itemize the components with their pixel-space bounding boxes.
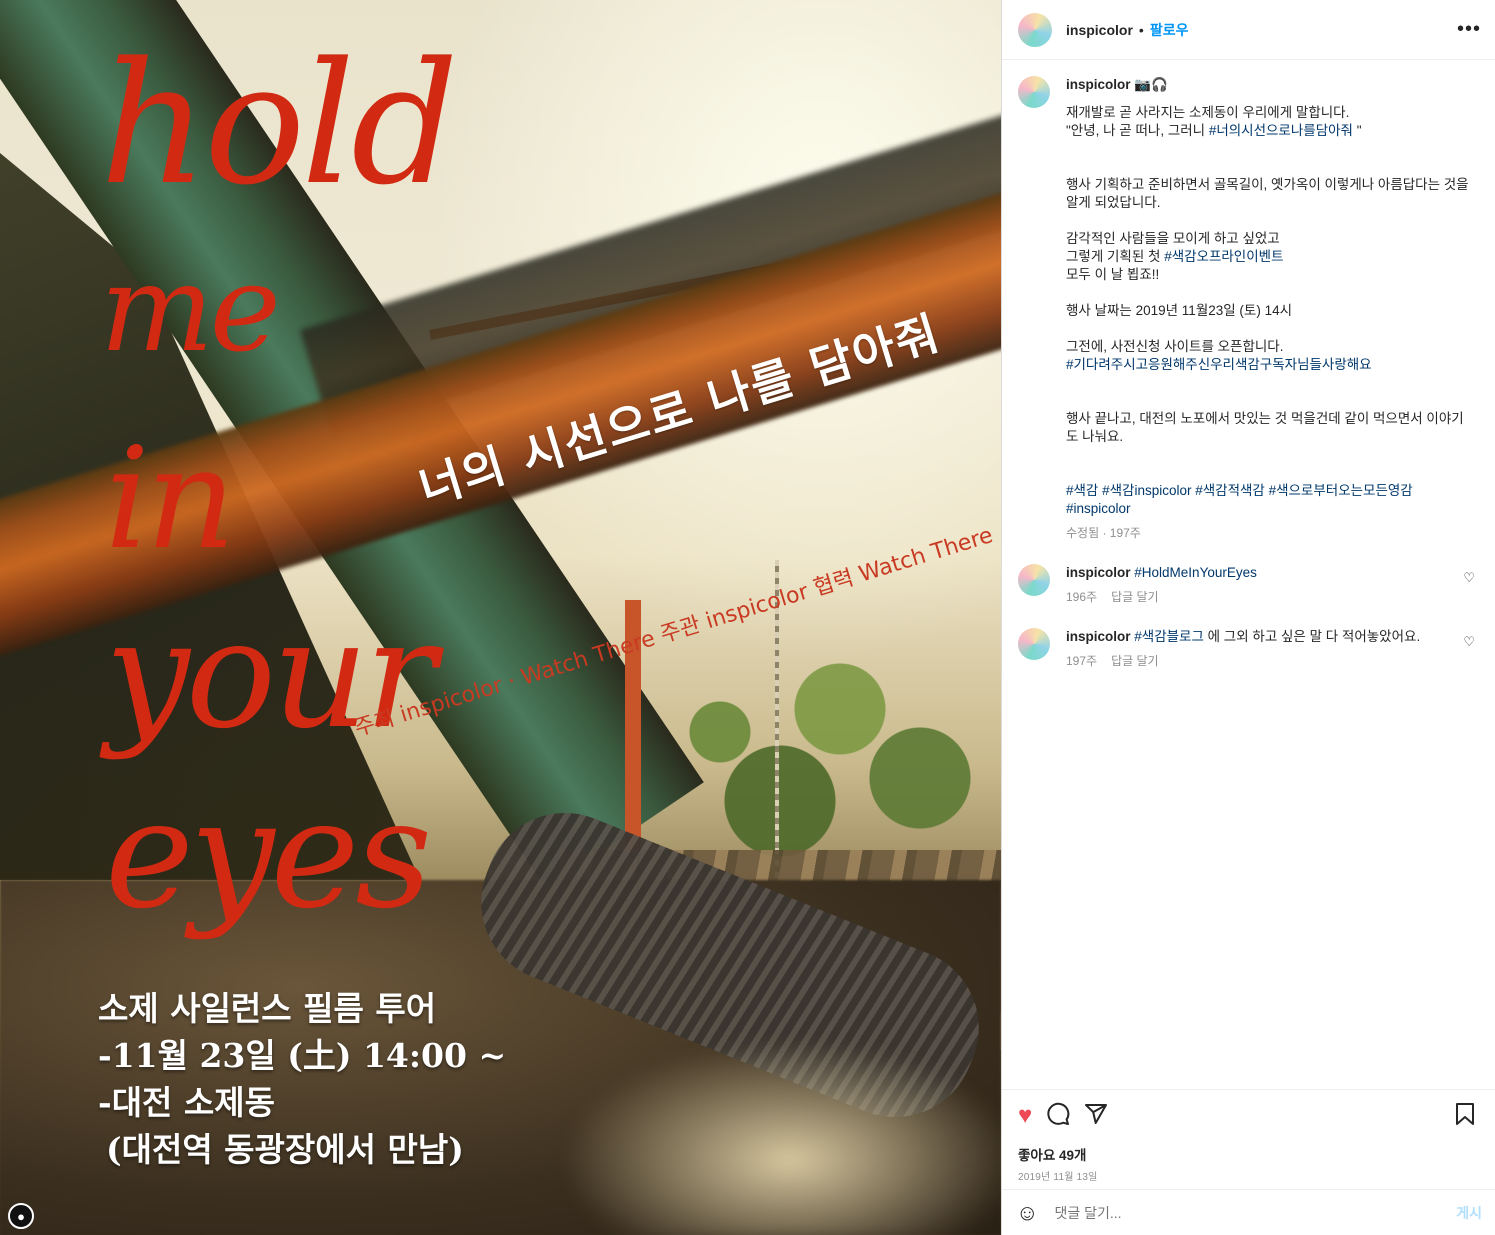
hashtag-link[interactable]: #기다려주시고응원해주신우리색감구독자님들사랑해요 [1066, 356, 1470, 374]
bookmark-icon[interactable] [1454, 1102, 1476, 1131]
header-separator: • [1138, 21, 1144, 38]
poster-script-in: in [105, 418, 236, 581]
header-username[interactable]: inspicolor [1066, 22, 1133, 38]
comment-age: 196주 [1066, 590, 1098, 604]
camera-headphone-emoji: 📷🎧 [1134, 77, 1168, 92]
poster-event-info: 소제 사일런스 필름 투어 -11월 23일 (土) 14:00 ~ -대전 소… [98, 985, 506, 1173]
event-title: 소제 사일런스 필름 투어 [98, 989, 437, 1028]
post-image[interactable]: hold me in your eyes 너의 시선으로 나를 담아줘 주최 i… [0, 0, 1001, 1235]
comment-age: 197주 [1066, 654, 1098, 668]
caption-hashtags[interactable]: #색감 #색감inspicolor #색감적색감 #색으로부터오는모든영감 #i… [1066, 482, 1470, 518]
comment-username[interactable]: inspicolor [1066, 565, 1131, 580]
post-actions: ♥ 좋아요 49개 2019년 11월 13일 [1002, 1089, 1495, 1195]
event-place: -대전 소제동 [98, 1083, 275, 1122]
poster-script-me: me [100, 240, 281, 379]
hashtag-link[interactable]: #색감블로그 [1134, 629, 1204, 644]
more-horizontal-icon[interactable]: ••• [1457, 18, 1481, 41]
heart-outline-icon[interactable]: ♡ [1463, 634, 1475, 650]
reply-button[interactable]: 답글 달기 [1111, 654, 1159, 668]
caption-line: "안녕, 나 곧 떠나, 그러니 #너의시선으로나를담아줘 " [1066, 123, 1362, 138]
poster-script-hold: hold [100, 26, 459, 222]
hashtag-link[interactable]: #HoldMeInYourEyes [1134, 565, 1257, 580]
caption-line: 그전에, 사전신청 사이트를 오픈합니다. [1066, 339, 1284, 354]
tagged-user-icon[interactable]: ● [8, 1203, 34, 1229]
comment-input[interactable] [1054, 1204, 1457, 1221]
comment-username[interactable]: inspicolor [1066, 629, 1131, 644]
add-comment-bar: ☺ 게시 [1002, 1189, 1495, 1235]
post-header: inspicolor • 팔로우 ••• [1002, 0, 1495, 60]
avatar[interactable] [1018, 12, 1052, 47]
follow-button[interactable]: 팔로우 [1150, 20, 1189, 40]
emoji-icon[interactable]: ☺ [1016, 1200, 1038, 1226]
caption-line: 감각적인 사람들을 모이게 하고 싶었고 [1066, 231, 1280, 246]
caption-username[interactable]: inspicolor [1066, 77, 1131, 92]
caption-meta: 수정됨 · 197주 [1066, 526, 1141, 540]
heart-outline-icon[interactable]: ♡ [1463, 570, 1475, 586]
share-paper-plane-icon[interactable] [1084, 1102, 1108, 1131]
post-side-panel: inspicolor • 팔로우 ••• inspicolor 📷🎧 재개발로 … [1001, 0, 1495, 1235]
avatar[interactable] [1018, 628, 1050, 660]
like-count[interactable]: 좋아요 49개 [1018, 1144, 1480, 1164]
comment-bubble-icon[interactable] [1046, 1102, 1070, 1131]
comment-item: inspicolor #색감블로그 에 그외 하고 싶은 말 다 적어놓았어요.… [1018, 628, 1479, 670]
hashtag-link[interactable]: #너의시선으로나를담아줘 [1209, 123, 1353, 138]
caption: inspicolor 📷🎧 재개발로 곧 사라지는 소제동이 우리에게 말합니다… [1018, 76, 1479, 542]
avatar[interactable] [1018, 564, 1050, 596]
caption-paragraph: 행사 기획하고 준비하면서 골목길이, 옛가옥이 이렇게나 아름답다는 것을 알… [1066, 177, 1469, 210]
event-date: -11월 23일 (土) 14:00 ~ [98, 1036, 507, 1075]
heart-filled-icon[interactable]: ♥ [1018, 1104, 1032, 1128]
caption-line: 모두 이 날 뵙죠!! [1066, 267, 1160, 282]
comment-item: inspicolor #HoldMeInYourEyes 196주 답글 달기 ♡ [1018, 564, 1479, 606]
post-body: inspicolor 📷🎧 재개발로 곧 사라지는 소제동이 우리에게 말합니다… [1002, 60, 1495, 1088]
caption-line: 재개발로 곧 사라지는 소제동이 우리에게 말합니다. [1066, 105, 1350, 120]
hashtag-link[interactable]: #색감오프라인이벤트 [1164, 249, 1283, 264]
caption-line: 그렇게 기획된 첫 #색감오프라인이벤트 [1066, 249, 1284, 264]
avatar[interactable] [1018, 76, 1050, 108]
post-comment-button[interactable]: 게시 [1456, 1203, 1482, 1223]
caption-line: 행사 날짜는 2019년 11월23일 (토) 14시 [1066, 303, 1293, 318]
caption-paragraph: 행사 끝나고, 대전의 노포에서 맛있는 것 먹을건데 같이 먹으면서 이야기도… [1066, 411, 1464, 444]
reply-button[interactable]: 답글 달기 [1111, 590, 1159, 604]
poster-script-eyes: eyes [105, 768, 432, 942]
event-meeting-point: (대전역 동광장에서 만남) [106, 1130, 464, 1169]
post-date: 2019년 11월 13일 [1018, 1172, 1098, 1183]
